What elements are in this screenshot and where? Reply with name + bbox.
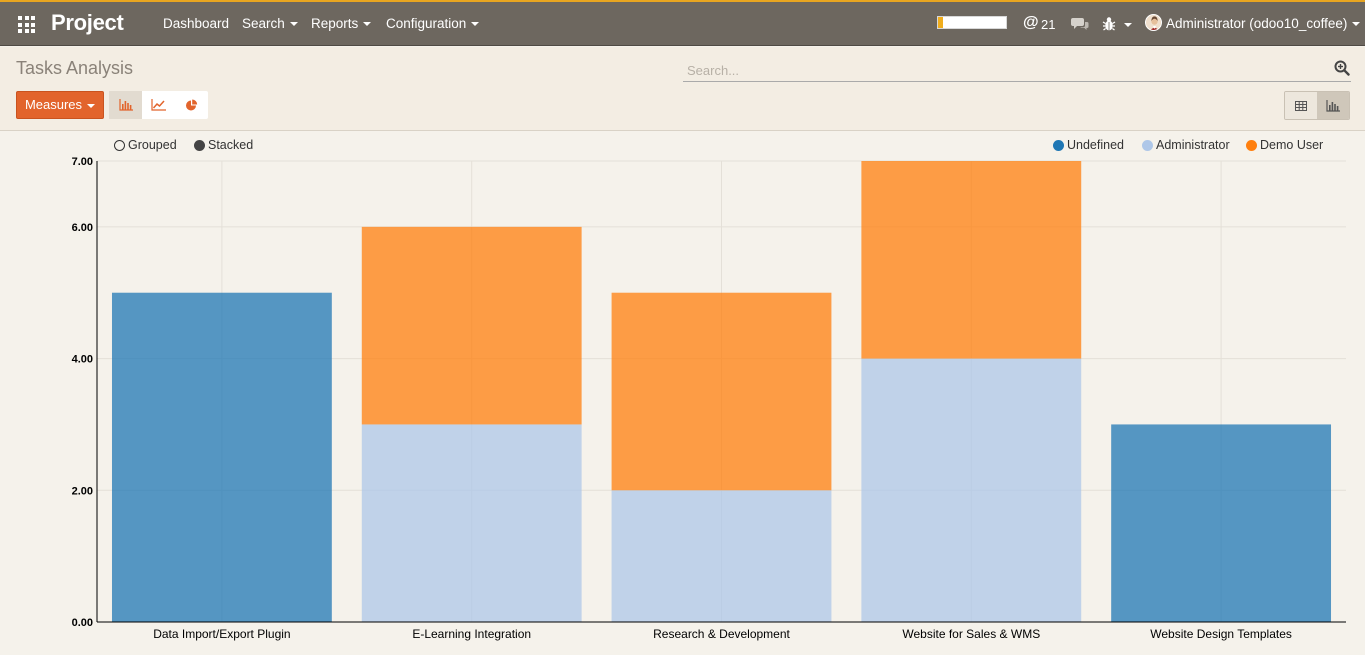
bar-segment[interactable] xyxy=(611,490,832,622)
user-avatar[interactable] xyxy=(1145,14,1162,31)
menu-search-label: Search xyxy=(242,16,285,31)
pie-chart-icon xyxy=(186,99,198,110)
menu-configuration[interactable]: Configuration xyxy=(386,16,480,31)
chat-icon[interactable] xyxy=(1071,17,1089,31)
graph-view-button[interactable] xyxy=(1317,92,1349,119)
table-icon xyxy=(1295,100,1307,111)
menu-reports[interactable]: Reports xyxy=(311,16,372,31)
progress-fill xyxy=(938,17,943,28)
caret-down-icon xyxy=(471,22,480,27)
app-brand: Project xyxy=(51,10,124,35)
measures-button-label: Measures xyxy=(24,97,83,112)
menu-search[interactable]: Search xyxy=(242,16,298,31)
top-navbar: Project Dashboard Search Reports Configu… xyxy=(0,0,1365,46)
search-icon[interactable] xyxy=(1334,60,1350,76)
bar-chart-button[interactable] xyxy=(109,91,142,119)
menu-configuration-label: Configuration xyxy=(386,16,467,31)
pivot-view-button[interactable] xyxy=(1285,92,1317,119)
bar-segment[interactable] xyxy=(1111,424,1332,622)
apps-menu-icon[interactable] xyxy=(18,16,35,33)
caret-down-icon xyxy=(87,103,96,108)
y-tick-label: 2.00 xyxy=(72,485,93,497)
graph-view: Grouped Stacked Undefined Administrator … xyxy=(0,131,1365,655)
menu-dashboard-label: Dashboard xyxy=(163,16,230,31)
message-count[interactable]: 21 xyxy=(1041,17,1055,32)
line-chart-icon xyxy=(151,99,166,111)
mention-icon[interactable]: @ xyxy=(1023,14,1039,32)
x-tick-label: Website Design Templates xyxy=(1150,627,1292,641)
x-tick-label: Data Import/Export Plugin xyxy=(153,627,290,641)
menu-dashboard[interactable]: Dashboard xyxy=(163,16,229,31)
bar-segment[interactable] xyxy=(861,358,1082,622)
caret-down-icon xyxy=(1124,23,1132,27)
x-tick-label: Website for Sales & WMS xyxy=(902,627,1040,641)
y-tick-label: 7.00 xyxy=(72,156,93,168)
bar-segment[interactable] xyxy=(611,292,832,491)
control-panel: Tasks Analysis Measures xyxy=(0,47,1365,131)
page-title: Tasks Analysis xyxy=(16,58,134,78)
x-tick-label: E-Learning Integration xyxy=(412,627,531,641)
bar-segment[interactable] xyxy=(361,424,582,622)
user-avatar-image xyxy=(1146,15,1161,30)
y-tick-label: 6.00 xyxy=(72,222,93,234)
debug-bug-icon[interactable] xyxy=(1102,16,1116,32)
stacked-bar-chart: 0.00 2.00 4.00 6.00 7.00 Data Import/Export P… xyxy=(72,156,1346,641)
bar-chart-icon xyxy=(118,99,133,111)
bar-segment[interactable] xyxy=(861,161,1082,359)
bar-segment[interactable] xyxy=(111,292,332,622)
user-menu[interactable]: Administrator (odoo10_coffee) xyxy=(1166,16,1361,31)
planner-progress-bar[interactable] xyxy=(937,16,1007,29)
bar-chart-icon xyxy=(1326,99,1340,112)
measures-button[interactable]: Measures xyxy=(16,91,104,119)
search-input[interactable] xyxy=(683,60,1313,80)
x-tick-label: Research & Development xyxy=(653,627,790,641)
view-switcher xyxy=(1284,91,1350,120)
user-menu-label: Administrator (odoo10_coffee) xyxy=(1166,16,1348,31)
y-tick-label: 0.00 xyxy=(72,617,93,629)
chart-type-switcher xyxy=(109,91,208,119)
search-bar xyxy=(683,56,1351,82)
y-tick-label: 4.00 xyxy=(72,354,93,366)
caret-down-icon xyxy=(1352,22,1361,27)
caret-down-icon xyxy=(363,22,372,27)
line-chart-button[interactable] xyxy=(142,91,175,119)
bar-segment[interactable] xyxy=(361,226,582,425)
pie-chart-button[interactable] xyxy=(175,91,208,119)
menu-reports-label: Reports xyxy=(311,16,359,31)
caret-down-icon xyxy=(289,22,298,27)
